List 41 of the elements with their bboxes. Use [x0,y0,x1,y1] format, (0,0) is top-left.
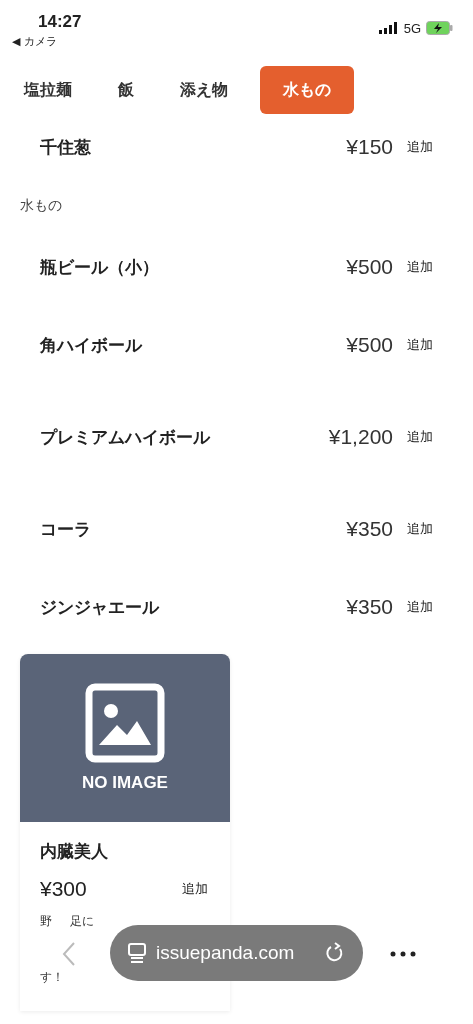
product-name: 内臓美人 [40,840,109,863]
add-button[interactable]: 追加 [407,598,433,616]
item-name: プレミアムハイボール [40,425,212,449]
item-name: 角ハイボール [40,333,144,357]
image-icon [85,683,165,763]
description-text: 野 [40,913,52,930]
item-price: ¥1,200 [328,425,393,449]
add-button[interactable]: 追加 [407,520,433,538]
more-icon[interactable] [390,951,416,957]
add-button[interactable]: 追加 [407,336,433,354]
item-price: ¥150 [346,135,393,159]
item-name: 瓶ビール（小） [40,255,160,279]
add-button[interactable]: 追加 [182,880,208,898]
status-time: 14:27 [38,12,82,32]
category-tab[interactable]: 飯 [104,66,148,114]
signal-icon [378,22,399,34]
description-text: す！ [40,969,64,986]
add-button[interactable]: 追加 [407,258,433,276]
category-tab[interactable]: 塩拉麺 [10,66,86,114]
no-image-label: NO IMAGE [82,773,168,793]
section-title: 水もの [19,196,63,215]
url-text: issuepanda.com [156,942,296,964]
tabs-icon [128,943,146,963]
item-price: ¥350 [346,517,393,541]
product-price: ¥300 [40,877,88,901]
add-button[interactable]: 追加 [407,138,433,156]
address-bar[interactable]: issuepanda.com [110,925,363,981]
description-text: 足に [70,913,94,930]
network-label: 5G [403,20,421,36]
add-button[interactable]: 追加 [407,428,433,446]
item-name: 千住葱 [40,135,92,159]
item-price: ¥500 [346,333,393,357]
battery-charging-icon [426,21,453,35]
reload-icon[interactable] [325,942,345,964]
item-name: ジンジャエール [40,595,161,619]
category-tab[interactable]: 添え物 [166,66,242,114]
category-tab[interactable]: 水もの [260,66,354,114]
item-name: コーラ [40,517,92,541]
item-price: ¥500 [346,255,393,279]
item-price: ¥350 [346,595,393,619]
back-link[interactable]: ◀ カメラ [12,34,82,49]
